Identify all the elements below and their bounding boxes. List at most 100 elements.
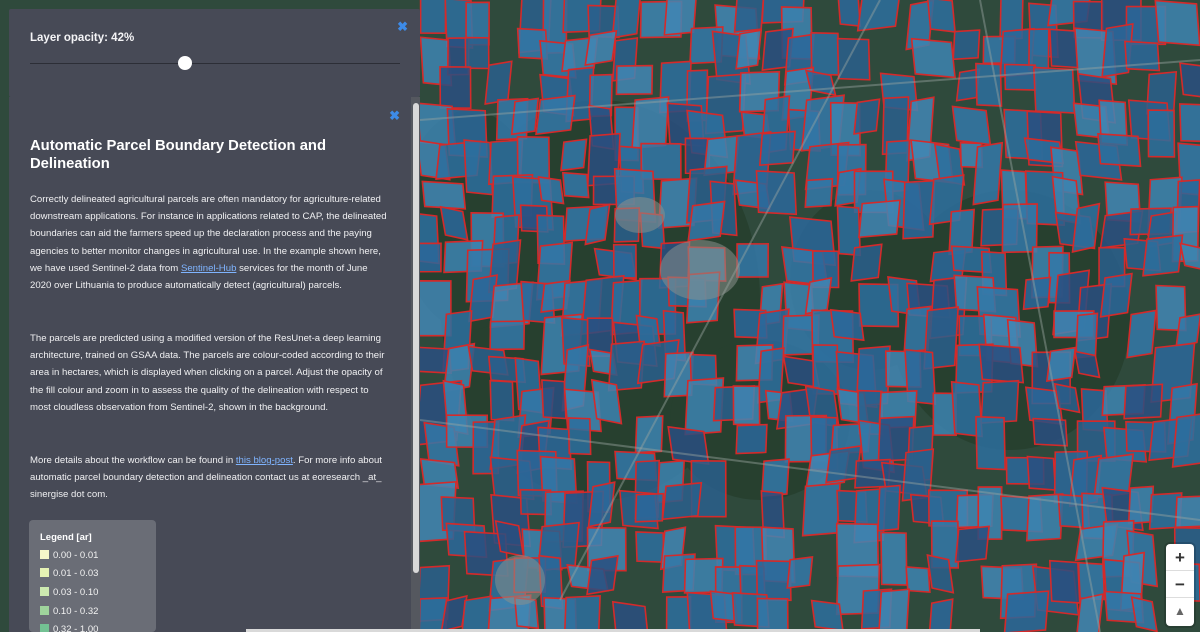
parcel-polygon[interactable] bbox=[1147, 109, 1176, 158]
parcel-polygon[interactable] bbox=[856, 0, 900, 32]
parcel-polygon[interactable] bbox=[661, 481, 703, 521]
parcel-polygon[interactable] bbox=[667, 425, 710, 466]
parcel-polygon[interactable] bbox=[858, 199, 901, 239]
parcel-polygon[interactable] bbox=[804, 177, 834, 209]
parcel-polygon[interactable] bbox=[535, 94, 576, 136]
parcel-polygon[interactable] bbox=[463, 139, 494, 196]
parcel-polygon[interactable] bbox=[1003, 590, 1050, 632]
parcel-polygon[interactable] bbox=[1075, 312, 1099, 359]
parcel-polygon[interactable] bbox=[1126, 309, 1157, 359]
parcel-polygon[interactable] bbox=[812, 344, 839, 395]
zoom-in-button[interactable]: + bbox=[1166, 544, 1194, 571]
parcel-polygon[interactable] bbox=[584, 29, 618, 67]
parcel-polygon[interactable] bbox=[1048, 559, 1081, 604]
parcel-polygon[interactable] bbox=[733, 0, 765, 33]
parcel-polygon[interactable] bbox=[541, 379, 567, 420]
parcel-polygon[interactable] bbox=[421, 180, 467, 210]
parcel-polygon[interactable] bbox=[561, 171, 590, 199]
parcel-polygon[interactable] bbox=[1179, 62, 1200, 98]
parcel-polygon[interactable] bbox=[586, 554, 619, 596]
blog-post-link[interactable]: this blog-post bbox=[236, 455, 293, 466]
parcel-polygon[interactable] bbox=[853, 98, 881, 135]
info-scrollbar[interactable] bbox=[411, 97, 420, 632]
parcel-polygon[interactable] bbox=[928, 598, 954, 632]
parcel-polygon[interactable] bbox=[801, 482, 841, 537]
parcel-polygon[interactable] bbox=[665, 596, 692, 632]
close-icon[interactable]: ✖ bbox=[389, 109, 400, 122]
parcel-polygon[interactable] bbox=[975, 415, 1007, 471]
parcel-polygon[interactable] bbox=[1003, 63, 1037, 91]
parcel-polygon[interactable] bbox=[563, 594, 601, 632]
parcel-polygon[interactable] bbox=[489, 320, 526, 351]
parcel-polygon[interactable] bbox=[537, 175, 565, 205]
parcel-polygon[interactable] bbox=[635, 531, 665, 563]
parcel-polygon[interactable] bbox=[560, 138, 588, 172]
parcel-polygon[interactable] bbox=[1099, 272, 1133, 318]
parcel-polygon[interactable] bbox=[926, 554, 955, 594]
parcel-polygon[interactable] bbox=[615, 64, 654, 96]
parcel-polygon[interactable] bbox=[464, 36, 490, 70]
parcel-polygon[interactable] bbox=[1073, 350, 1101, 379]
parcel-polygon[interactable] bbox=[902, 179, 936, 240]
parcel-polygon[interactable] bbox=[978, 343, 1025, 384]
parcel-polygon[interactable] bbox=[416, 242, 442, 273]
parcel-polygon[interactable] bbox=[810, 599, 844, 632]
parcel-polygon[interactable] bbox=[590, 378, 623, 425]
parcel-polygon[interactable] bbox=[877, 484, 901, 532]
parcel-polygon[interactable] bbox=[758, 130, 796, 167]
parcel-polygon[interactable] bbox=[634, 492, 665, 523]
close-icon[interactable]: ✖ bbox=[397, 20, 408, 33]
parcel-polygon[interactable] bbox=[975, 62, 1003, 107]
parcel-polygon[interactable] bbox=[804, 276, 833, 315]
parcel-polygon[interactable] bbox=[954, 525, 990, 563]
parcel-polygon[interactable] bbox=[494, 519, 525, 558]
parcel-polygon[interactable] bbox=[1142, 234, 1184, 277]
parcel-polygon[interactable] bbox=[489, 379, 515, 422]
scrollbar-thumb[interactable] bbox=[413, 103, 419, 573]
parcel-polygon[interactable] bbox=[1071, 202, 1101, 253]
parcel-polygon[interactable] bbox=[687, 200, 726, 242]
parcel-polygon[interactable] bbox=[952, 29, 981, 61]
parcel-polygon[interactable] bbox=[484, 60, 513, 106]
parcel-polygon[interactable] bbox=[1028, 28, 1050, 71]
parcel-polygon[interactable] bbox=[1053, 382, 1081, 414]
parcel-polygon[interactable] bbox=[927, 0, 956, 33]
parcel-polygon[interactable] bbox=[584, 203, 611, 246]
parcel-polygon[interactable] bbox=[1049, 28, 1079, 69]
parcel-polygon[interactable] bbox=[1097, 132, 1142, 168]
parcel-polygon[interactable] bbox=[836, 37, 871, 81]
parcel-polygon[interactable] bbox=[951, 105, 992, 146]
parcel-polygon[interactable] bbox=[631, 96, 670, 150]
compass-north-icon[interactable]: ▲ bbox=[1166, 598, 1194, 625]
opacity-slider-thumb[interactable] bbox=[178, 56, 193, 70]
parcel-polygon[interactable] bbox=[439, 205, 469, 241]
parcel-polygon[interactable] bbox=[1174, 495, 1200, 529]
parcel-polygon[interactable] bbox=[829, 308, 865, 342]
zoom-out-button[interactable]: − bbox=[1166, 571, 1194, 598]
parcel-polygon[interactable] bbox=[439, 65, 472, 110]
sentinel-hub-link[interactable]: Sentinel-Hub bbox=[181, 263, 236, 274]
parcel-polygon[interactable] bbox=[756, 597, 789, 632]
parcel-polygon[interactable] bbox=[1178, 103, 1200, 143]
parcel-polygon[interactable] bbox=[1123, 383, 1164, 420]
parcel-polygon[interactable] bbox=[612, 243, 637, 279]
parcel-polygon[interactable] bbox=[735, 423, 768, 455]
parcel-polygon[interactable] bbox=[461, 595, 493, 632]
parcel-polygon[interactable] bbox=[905, 566, 931, 594]
parcel-polygon[interactable] bbox=[878, 588, 910, 632]
parcel-polygon[interactable] bbox=[810, 31, 840, 76]
parcel-polygon[interactable] bbox=[1175, 313, 1200, 348]
parcel-polygon[interactable] bbox=[419, 0, 447, 34]
parcel-polygon[interactable] bbox=[837, 0, 862, 28]
parcel-polygon[interactable] bbox=[567, 417, 592, 456]
parcel-polygon[interactable] bbox=[510, 97, 540, 136]
parcel-polygon[interactable] bbox=[850, 243, 883, 282]
parcel-polygon[interactable] bbox=[1026, 455, 1057, 491]
parcel-polygon[interactable] bbox=[1032, 66, 1076, 114]
parcel-polygon[interactable] bbox=[786, 556, 814, 589]
opacity-slider-track[interactable] bbox=[30, 63, 400, 64]
parcel-polygon[interactable] bbox=[732, 385, 761, 426]
parcel-polygon[interactable] bbox=[880, 531, 908, 586]
parcel-polygon[interactable] bbox=[1171, 413, 1200, 468]
parcel-polygon[interactable] bbox=[1154, 0, 1200, 47]
